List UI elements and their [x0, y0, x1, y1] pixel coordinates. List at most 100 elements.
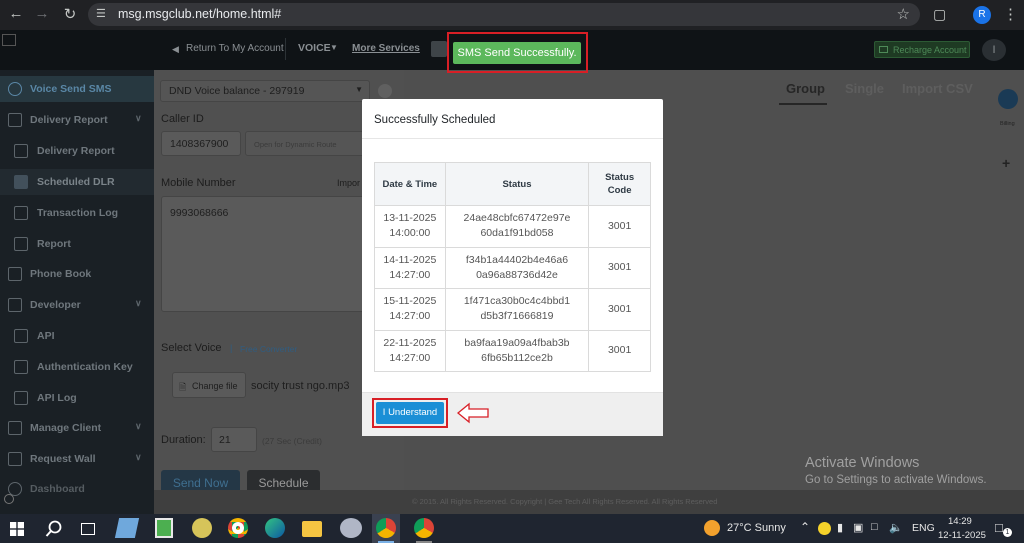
sidebar-item-developer[interactable]: Developer ∨: [0, 292, 154, 318]
sidebar-item-scheduled-dlr[interactable]: Scheduled DLR: [0, 169, 154, 195]
voice-menu[interactable]: VOICE: [298, 42, 331, 54]
plus-icon[interactable]: +: [1002, 155, 1010, 171]
app-paint-icon[interactable]: [192, 518, 212, 538]
success-toast: SMS Send Successfully.: [453, 42, 581, 64]
app-utility-icon[interactable]: [340, 518, 362, 538]
document-icon: [14, 391, 28, 405]
selected-file-name: socity trust ngo.mp3: [251, 380, 350, 392]
modal-footer: I Understand: [362, 392, 663, 436]
tray-monitor-icon[interactable]: ▣: [853, 521, 863, 534]
sidebar-item-manage-client[interactable]: Manage Client ∨: [0, 415, 154, 441]
address-bar[interactable]: ☰ msg.msgclub.net/home.html# ☆: [88, 3, 920, 26]
windows-taskbar: 27°C Sunny ⌃ ▮ ▣ □ 🔈 ENG 14:29 12-11-202…: [0, 514, 1024, 543]
user-avatar[interactable]: I: [982, 39, 1006, 61]
language-indicator[interactable]: ENG: [912, 522, 935, 534]
free-converter-link[interactable]: Free Converter: [240, 344, 297, 354]
chart-icon: [14, 144, 28, 158]
duration-input[interactable]: 21: [211, 427, 257, 452]
caller-id-input[interactable]: 1408367900: [161, 131, 241, 156]
chevron-down-icon: ∨: [135, 113, 142, 123]
broken-logo-icon: [2, 34, 16, 46]
tab-import-csv[interactable]: Import CSV: [902, 81, 973, 96]
sidebar-item-report[interactable]: Report: [0, 231, 154, 257]
wallet-icon: [879, 46, 888, 53]
sidebar-item-api[interactable]: API: [0, 323, 154, 349]
duration-label: Duration:: [161, 434, 206, 446]
edge-icon[interactable]: [265, 518, 285, 538]
network-icon[interactable]: □: [871, 521, 878, 533]
cell-date-time: 14-11-2025 14:27:00: [374, 246, 446, 289]
cell-status: 1f471ca30b0c4c4bbd1 d5b3f71666819: [444, 288, 590, 331]
sidebar-item-authentication-key[interactable]: Authentication Key: [0, 354, 154, 380]
sidebar-item-dashboard[interactable]: Dashboard: [0, 476, 154, 502]
duration-hint: (27 Sec (Credit): [262, 436, 322, 446]
back-icon[interactable]: ←: [6, 5, 26, 22]
info-icon[interactable]: [378, 84, 392, 98]
volume-icon[interactable]: 🔈: [889, 521, 903, 534]
clock-date[interactable]: 12-11-2025: [938, 530, 986, 541]
document-icon: [14, 206, 28, 220]
forward-icon[interactable]: →: [32, 5, 52, 22]
more-services-link[interactable]: More Services: [352, 43, 420, 54]
task-view-icon[interactable]: [81, 523, 95, 535]
clock-time[interactable]: 14:29: [948, 516, 972, 527]
profile-avatar[interactable]: R: [973, 6, 991, 24]
caret-down-icon: ▼: [355, 85, 363, 94]
cell-status: 24ae48cbfc67472e97e 60da1f91bd058: [444, 205, 590, 248]
page-footer: © 2015. All Rights Reserved. Copyright |…: [154, 490, 1024, 514]
chrome-profile-a-icon[interactable]: [414, 518, 434, 538]
chevron-down-icon: ∨: [135, 298, 142, 308]
billing-icon[interactable]: [998, 89, 1018, 109]
sidebar: Voice Send SMS Delivery Report ∨ Deliver…: [0, 70, 154, 514]
cell-status-code: 3001: [588, 205, 651, 248]
chevron-up-icon[interactable]: ⌃: [800, 520, 810, 534]
sidebar-item-phone-book[interactable]: Phone Book: [0, 261, 154, 287]
extensions-icon[interactable]: ▢: [933, 6, 946, 23]
header-status: Status: [444, 162, 590, 206]
tab-group[interactable]: Group: [786, 81, 825, 96]
return-to-account-link[interactable]: Return To My Account: [186, 43, 284, 54]
i-understand-button[interactable]: I Understand: [376, 402, 444, 424]
sidebar-item-api-log[interactable]: API Log: [0, 385, 154, 411]
search-icon[interactable]: [45, 520, 63, 538]
app-switch-icon[interactable]: [431, 41, 447, 57]
sidebar-item-request-wall[interactable]: Request Wall ∨: [0, 446, 154, 472]
bookmark-star-icon[interactable]: ☆: [897, 5, 910, 23]
pointer-arrow-icon: [456, 402, 489, 424]
browser-menu-icon[interactable]: ⋮: [1003, 5, 1018, 23]
modal-divider: [362, 138, 663, 139]
change-file-button[interactable]: 🗎 Change file: [172, 372, 246, 398]
reload-icon[interactable]: ↻: [60, 5, 80, 23]
users-icon: [8, 421, 22, 435]
sidebar-item-transaction-log[interactable]: Transaction Log: [0, 200, 154, 226]
recharge-account-button[interactable]: Recharge Account: [874, 41, 970, 58]
notification-icon[interactable]: □: [995, 520, 1003, 535]
file-explorer-icon[interactable]: [302, 521, 322, 537]
tray-app-icon[interactable]: [818, 522, 831, 535]
sidebar-item-delivery-report-sub[interactable]: Delivery Report: [0, 138, 154, 164]
chrome-icon[interactable]: [228, 518, 248, 538]
select-voice-label: Select Voice: [161, 342, 222, 354]
app-notepad-icon[interactable]: [114, 518, 140, 538]
tab-single[interactable]: Single: [845, 81, 884, 96]
sidebar-item-delivery-report[interactable]: Delivery Report ∨: [0, 107, 154, 133]
chrome-profile-r-icon[interactable]: [376, 518, 396, 538]
windows-start-icon[interactable]: [10, 522, 24, 536]
cell-status: f34b1a44402b4e46a6 0a96a88736d42e: [444, 246, 590, 289]
app-editor-icon[interactable]: [155, 518, 173, 538]
battery-icon[interactable]: ▮: [837, 521, 843, 534]
import-link[interactable]: Impor: [337, 178, 360, 188]
send-icon: [8, 82, 22, 96]
active-tab-underline: [779, 103, 827, 105]
site-info-icon[interactable]: ☰: [96, 7, 110, 21]
cell-status-code: 3001: [588, 288, 651, 331]
browser-toolbar: ← → ↻ ☰ msg.msgclub.net/home.html# ☆ ▢ R…: [0, 0, 1024, 30]
balance-select[interactable]: DND Voice balance - 297919 ▼: [160, 80, 370, 102]
weather-sun-icon[interactable]: [704, 520, 720, 536]
url-text[interactable]: msg.msgclub.net/home.html#: [118, 7, 281, 21]
table-row: 15-11-2025 14:27:00 1f471ca30b0c4c4bbd1 d5…: [374, 288, 651, 331]
weather-text[interactable]: 27°C Sunny: [727, 522, 786, 534]
dynamic-route-input[interactable]: Open for Dynamic Route: [245, 131, 365, 156]
settings-gear-icon[interactable]: [4, 494, 14, 504]
sidebar-item-voice-send-sms[interactable]: Voice Send SMS: [0, 76, 154, 102]
